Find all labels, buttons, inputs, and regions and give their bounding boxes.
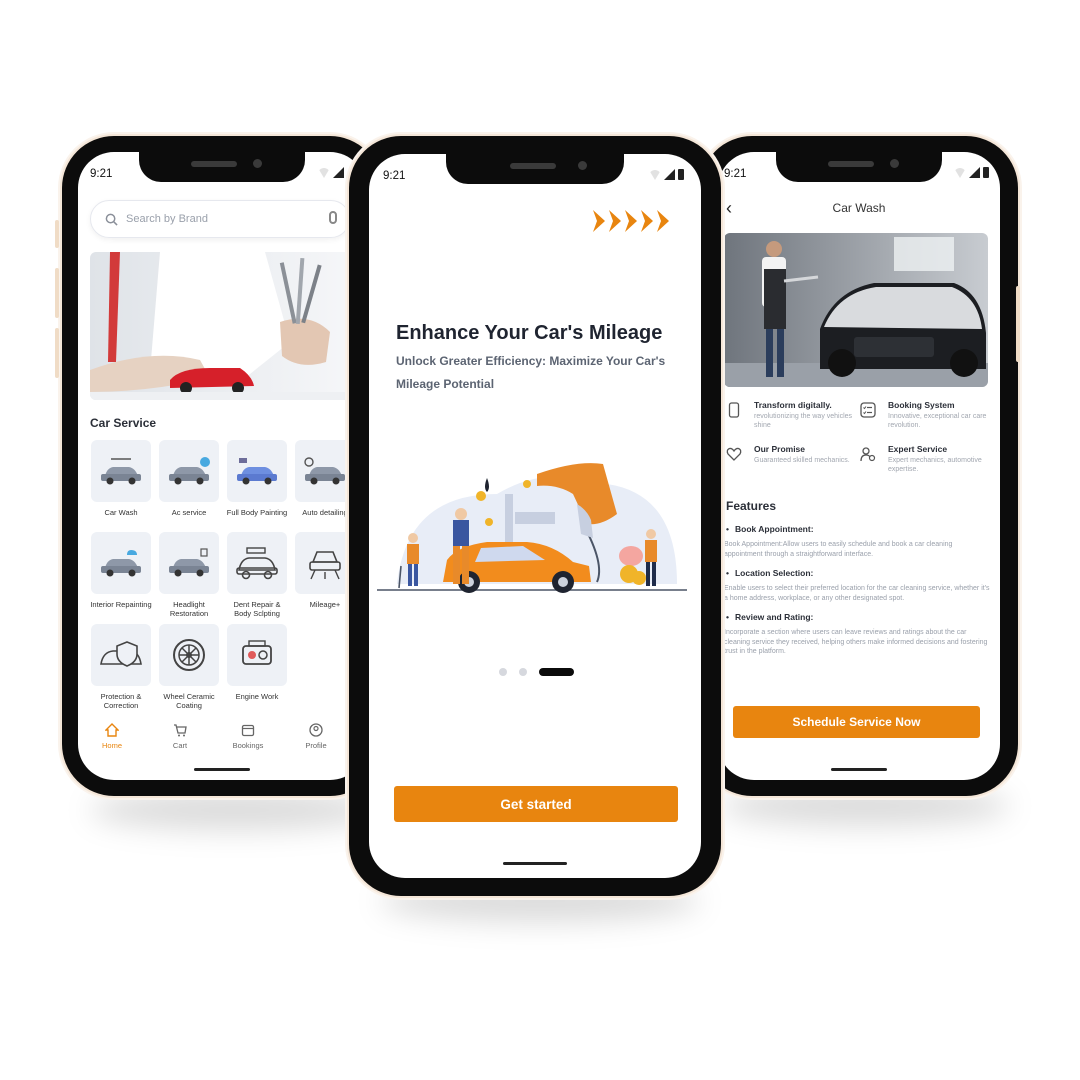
service-full-body-painting[interactable]: Full Body Painting — [226, 440, 288, 517]
body-painting-icon — [237, 458, 277, 485]
onboarding-pagination — [499, 668, 574, 676]
service-engine-work[interactable]: Engine Work — [226, 624, 288, 701]
page-title: Car Wash — [832, 201, 886, 215]
headlight-icon — [169, 548, 209, 577]
service-auto-detailing[interactable]: Auto detailing — [294, 440, 356, 517]
phone-icon — [728, 402, 740, 418]
highlight-booking: Booking System Innovative, exceptional c… — [860, 400, 988, 430]
bookings-icon — [241, 724, 255, 737]
profile-icon — [309, 723, 323, 737]
engine-icon — [242, 640, 272, 665]
get-started-button[interactable]: Get started — [394, 786, 678, 822]
page-dot[interactable] — [499, 668, 507, 676]
status-time: 9:21 — [724, 168, 747, 180]
ac-service-icon — [169, 457, 210, 485]
dent-repair-icon — [236, 547, 278, 580]
brand-logo — [593, 210, 669, 232]
feature-desc: Incorporate a section where users can le… — [724, 629, 988, 655]
mechanic-image — [90, 252, 358, 400]
feature-title: Location Selection: — [726, 568, 813, 578]
wheel-icon — [173, 639, 205, 671]
home-icon — [105, 723, 119, 737]
fuel-illustration — [377, 463, 687, 593]
tab-profile[interactable]: Profile — [282, 722, 350, 750]
tab-bookings[interactable]: Bookings — [214, 722, 282, 750]
service-interior-repainting[interactable]: Interior Repainting — [90, 532, 152, 609]
checklist-icon — [860, 402, 876, 418]
microphone-icon[interactable] — [329, 211, 337, 224]
service-car-wash[interactable]: Car Wash — [90, 440, 152, 517]
service-headlight-restoration[interactable]: Headlight Restoration — [158, 532, 220, 618]
home-indicator — [831, 768, 887, 771]
status-time: 9:21 — [90, 168, 113, 180]
mileage-icon — [309, 551, 341, 580]
status-time: 9:21 — [383, 170, 406, 182]
protection-icon — [100, 641, 142, 667]
search-input[interactable]: Search by Brand — [90, 200, 350, 238]
tab-home[interactable]: Home — [78, 722, 146, 750]
service-mileage[interactable]: Mileage+ — [294, 532, 356, 609]
phone-middle: 9:21 Enhance Your Car's Mileage Unlock G… — [349, 136, 721, 896]
service-protection[interactable]: Protection & Correction — [90, 624, 152, 710]
phone-left: 9:21 Search by Brand Car Service Car Was… — [55, 136, 382, 796]
car-wash-icon — [101, 458, 141, 485]
section-title: Car Service — [90, 416, 157, 430]
features-heading: Features — [726, 499, 777, 513]
search-placeholder: Search by Brand — [126, 213, 208, 225]
bottom-tab-bar: Home Cart Bookings Profile — [78, 722, 364, 750]
highlight-expert: Expert Service Expert mechanics, automot… — [860, 444, 988, 474]
phone-right: 9:21 ‹ Car Wash Transform digitally. rev… — [700, 136, 1020, 796]
onboarding-subtitle: Unlock Greater Efficiency: Maximize Your… — [396, 354, 666, 391]
feature-title: Review and Rating: — [726, 612, 813, 622]
feature-title: Book Appointment: — [726, 524, 814, 534]
heart-icon — [726, 447, 742, 461]
service-wheel-coating[interactable]: Wheel Ceramic Coating — [158, 624, 220, 710]
home-indicator — [503, 862, 567, 865]
service-ac[interactable]: Ac service — [158, 440, 220, 517]
schedule-service-button[interactable]: Schedule Service Now — [733, 706, 980, 738]
expert-icon — [860, 447, 876, 462]
tab-cart[interactable]: Cart — [146, 722, 214, 750]
interior-icon — [101, 550, 141, 577]
highlight-promise: Our Promise Guaranteed skilled mechanics… — [726, 444, 854, 465]
car-wash-photo — [724, 233, 988, 387]
onboarding-headline: Enhance Your Car's Mileage — [396, 322, 663, 344]
service-dent-repair[interactable]: Dent Repair & Body Sclpting — [226, 532, 288, 618]
search-icon — [105, 213, 118, 226]
feature-desc: Enable users to select their preferred l… — [724, 585, 990, 602]
page-dot-active[interactable] — [539, 668, 574, 676]
auto-detailing-icon — [304, 457, 345, 485]
promo-banner[interactable] — [90, 252, 358, 400]
highlight-transform: Transform digitally. revolutionizing the… — [726, 400, 854, 430]
page-dot[interactable] — [519, 668, 527, 676]
feature-desc: Book Appointment:Allow users to easily s… — [724, 541, 953, 558]
home-indicator — [194, 768, 250, 771]
cart-icon — [174, 724, 187, 737]
